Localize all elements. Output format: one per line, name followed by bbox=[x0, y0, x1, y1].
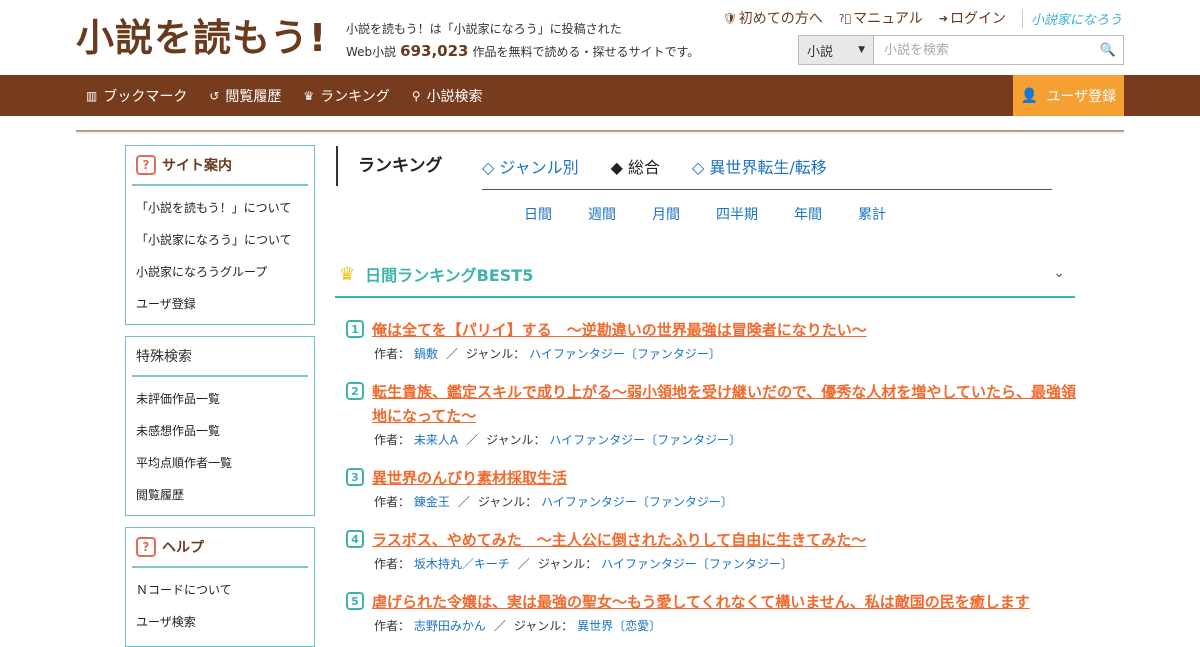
tagline-line1: 小説を読もう！は「小説家になろう」に投稿された bbox=[346, 22, 622, 36]
register-button[interactable]: 👤 ユーザ登録 bbox=[1013, 75, 1124, 116]
history-icon: ↺ bbox=[209, 88, 220, 103]
question-icon: ? bbox=[136, 537, 156, 557]
sidebar-item-about-narou[interactable]: 「小説家になろう」について bbox=[136, 224, 304, 256]
tab-genre[interactable]: ◇ ジャンル別 bbox=[482, 154, 579, 178]
sidebar-item-avg-score-authors[interactable]: 平均点順作者一覧 bbox=[136, 447, 304, 479]
sidebar-item-ncode[interactable]: Ｎコードについて bbox=[136, 574, 304, 606]
search-icon: 🔍 bbox=[1099, 42, 1117, 58]
brand-link-narou[interactable]: 小説家になろう bbox=[1021, 8, 1122, 28]
novel-title-link[interactable]: 俺は全てを【パリイ】する 〜逆勘違いの世界最強は冒険者になりたい〜 bbox=[372, 318, 867, 342]
sidebar-item-user-search[interactable]: ユーザ検索 bbox=[136, 606, 304, 638]
main-area: ? サイト案内 「小説を読もう！」について 「小説家になろう」について 小説家に… bbox=[76, 130, 1124, 647]
rank-badge: 3 bbox=[346, 468, 364, 486]
period-tabs: 日間 週間 月間 四半期 年間 累計 bbox=[524, 204, 922, 224]
genre-link[interactable]: ハイファンタジー〔ファンタジー〕 bbox=[541, 495, 733, 509]
search-form: 小説 ▼ 🔍 bbox=[798, 35, 1124, 65]
sidebar-item-register[interactable]: ユーザ登録 bbox=[136, 288, 304, 320]
novel-title-link[interactable]: ラスボス、やめてみた ～主人公に倒されたふりして自由に生きてみた～ bbox=[372, 528, 866, 552]
site-header: 小説を読もう! 小説を読もう！は「小説家になろう」に投稿された Web小説 693… bbox=[0, 0, 1200, 75]
author-link[interactable]: 鍋敷 bbox=[414, 347, 438, 361]
site-tagline: 小説を読もう！は「小説家になろう」に投稿された Web小説 693,023 作品を無… bbox=[346, 18, 699, 63]
ranking-title: ランキング bbox=[336, 146, 443, 186]
nav-history[interactable]: ↺ 閲覧履歴 bbox=[209, 86, 281, 106]
period-weekly[interactable]: 週間 bbox=[588, 204, 616, 224]
novel-title-link[interactable]: 転生貴族、鑑定スキルで成り上がる～弱小領地を受け継いだので、優秀な人材を増やして… bbox=[372, 380, 1076, 428]
rank-badge: 5 bbox=[346, 592, 364, 610]
tab-isekai[interactable]: ◇ 異世界転生/転移 bbox=[692, 154, 827, 178]
bookmark-icon: ▥ bbox=[86, 88, 98, 103]
crown-icon: ♛ bbox=[303, 88, 315, 103]
special-search-heading: 特殊検索 bbox=[132, 337, 308, 377]
ranking-tabs: ◇ ジャンル別 ◆ 総合 ◇ 異世界転生/転移 bbox=[482, 154, 827, 178]
nav-bookmark[interactable]: ▥ ブックマーク bbox=[86, 86, 187, 106]
search-input[interactable] bbox=[874, 36, 1093, 64]
genre-link[interactable]: 異世界〔恋愛〕 bbox=[577, 619, 661, 633]
tagline-line2: Web小説 693,023 作品を無料で読める・探せるサイトです。 bbox=[346, 40, 699, 63]
ranking-entry: 1 俺は全てを【パリイ】する 〜逆勘違いの世界最強は冒険者になりたい〜 作者： 鍋… bbox=[346, 318, 1076, 364]
period-yearly[interactable]: 年間 bbox=[794, 204, 822, 224]
sidebar-item-unrated[interactable]: 未評価作品一覧 bbox=[136, 383, 304, 415]
tabs-divider bbox=[482, 189, 1052, 190]
novel-title-link[interactable]: 虐げられた令嬢は、実は最強の聖女～もう愛してくれなくて構いません、私は敵国の民を… bbox=[372, 590, 1030, 614]
link-manual[interactable]: ?⃝ マニュアル bbox=[839, 8, 923, 28]
help-heading: ? ヘルプ bbox=[132, 528, 308, 568]
chevron-down-icon: ▼ bbox=[858, 45, 865, 55]
nav-ranking[interactable]: ♛ ランキング bbox=[303, 86, 389, 106]
sidebar-site-guide: ? サイト案内 「小説を読もう！」について 「小説家になろう」について 小説家に… bbox=[125, 145, 315, 325]
period-quarterly[interactable]: 四半期 bbox=[716, 204, 758, 224]
top-links: 🛡 初めての方へ ?⃝ マニュアル ➜ ログイン 小説家になろう bbox=[723, 8, 1122, 28]
crown-icon: ♛ bbox=[339, 263, 356, 285]
sidebar-special-search: 特殊検索 未評価作品一覧 未感想作品一覧 平均点順作者一覧 閲覧履歴 bbox=[125, 336, 315, 516]
genre-link[interactable]: ハイファンタジー〔ファンタジー〕 bbox=[601, 557, 793, 571]
sidebar-item-about-yomou[interactable]: 「小説を読もう！」について bbox=[136, 192, 304, 224]
ranking-entry: 5 虐げられた令嬢は、実は最強の聖女～もう愛してくれなくて構いません、私は敵国の民… bbox=[346, 590, 1076, 636]
user-icon: 👤 bbox=[1020, 87, 1039, 104]
sidebar-item-group[interactable]: 小説家になろうグループ bbox=[136, 256, 304, 288]
rank-badge: 1 bbox=[346, 320, 364, 338]
period-all-time[interactable]: 累計 bbox=[858, 204, 886, 224]
best5-heading[interactable]: ♛ 日間ランキングBEST5 ⌄ bbox=[335, 252, 1075, 298]
site-logo[interactable]: 小説を読もう! bbox=[76, 14, 327, 62]
period-monthly[interactable]: 月間 bbox=[652, 204, 680, 224]
period-daily[interactable]: 日間 bbox=[524, 204, 552, 224]
author-link[interactable]: 未来人A bbox=[414, 433, 458, 447]
chevron-down-icon[interactable]: ⌄ bbox=[1053, 265, 1065, 281]
question-icon: ?⃝ bbox=[838, 11, 852, 25]
sidebar-help: ? ヘルプ Ｎコードについて ユーザ検索 bbox=[125, 527, 315, 647]
ranking-entry: 2 転生貴族、鑑定スキルで成り上がる～弱小領地を受け継いだので、優秀な人材を増やし… bbox=[346, 380, 1076, 450]
rank-badge: 4 bbox=[346, 530, 364, 548]
login-icon: ➜ bbox=[938, 11, 948, 25]
author-link[interactable]: 坂木持丸／キーチ bbox=[414, 557, 510, 571]
tab-overall[interactable]: ◆ 総合 bbox=[611, 154, 660, 178]
link-login[interactable]: ➜ ログイン bbox=[939, 8, 1006, 28]
search-type-select[interactable]: 小説 ▼ bbox=[799, 36, 874, 64]
site-guide-heading: ? サイト案内 bbox=[132, 146, 308, 186]
author-link[interactable]: 志野田みかん bbox=[414, 619, 486, 633]
ranking-entry: 3 異世界のんびり素材採取生活 作者： 錬金王／ジャンル： ハイファンタジー〔ファ… bbox=[346, 466, 1076, 512]
sidebar-item-history[interactable]: 閲覧履歴 bbox=[136, 479, 304, 511]
search-button[interactable]: 🔍 bbox=[1093, 36, 1123, 64]
rank-badge: 2 bbox=[346, 382, 364, 400]
sidebar-item-no-impressions[interactable]: 未感想作品一覧 bbox=[136, 415, 304, 447]
tagline-prefix: Web小説 bbox=[346, 45, 397, 59]
nav-search[interactable]: ⚲ 小説検索 bbox=[412, 86, 483, 106]
work-count: 693,023 bbox=[400, 42, 469, 60]
shield-icon: 🛡 bbox=[722, 11, 737, 25]
search-icon: ⚲ bbox=[411, 88, 421, 103]
global-nav: ▥ ブックマーク ↺ 閲覧履歴 ♛ ランキング ⚲ 小説検索 👤 ユーザ登録 bbox=[0, 75, 1200, 116]
genre-link[interactable]: ハイファンタジー〔ファンタジー〕 bbox=[529, 347, 721, 361]
genre-link[interactable]: ハイファンタジー〔ファンタジー〕 bbox=[549, 433, 741, 447]
link-first-visit[interactable]: 🛡 初めての方へ bbox=[723, 8, 823, 28]
question-icon: ? bbox=[136, 155, 156, 175]
ranking-entry: 4 ラスボス、やめてみた ～主人公に倒されたふりして自由に生きてみた～ 作者： 坂… bbox=[346, 528, 1076, 574]
author-link[interactable]: 錬金王 bbox=[414, 495, 450, 509]
tagline-suffix: 作品を無料で読める・探せるサイトです。 bbox=[472, 45, 700, 59]
novel-title-link[interactable]: 異世界のんびり素材採取生活 bbox=[372, 466, 567, 490]
